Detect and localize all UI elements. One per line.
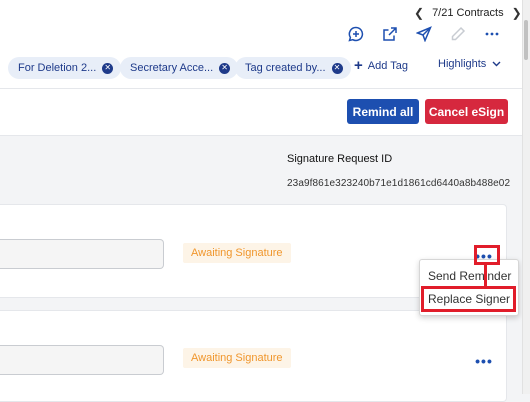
highlight-box	[474, 245, 500, 265]
signer-field[interactable]	[0, 345, 164, 375]
add-tag-label: Add Tag	[367, 59, 408, 72]
send-icon[interactable]	[414, 24, 434, 44]
action-toolbar	[346, 24, 502, 44]
signature-request-id-value: 23a9f861e323240b71e1d1861cd6440a8b488e02	[287, 178, 511, 189]
highlights-label: Highlights	[438, 58, 487, 70]
tag-label: For Deletion 2...	[18, 62, 97, 74]
external-link-icon[interactable]	[380, 24, 400, 44]
remove-tag-icon[interactable]: ✕	[331, 62, 343, 74]
cancel-esign-button[interactable]: Cancel eSign	[425, 99, 508, 124]
plus-icon: +	[354, 57, 363, 74]
esign-action-bar: Remind all Cancel eSign	[0, 89, 522, 136]
tag-chip[interactable]: For Deletion 2... ✕	[8, 57, 122, 79]
highlight-connector	[484, 262, 487, 289]
status-badge: Awaiting Signature	[183, 348, 291, 368]
chevron-right-icon[interactable]: ❯	[512, 6, 522, 20]
add-tag-button[interactable]: + Add Tag	[354, 58, 408, 73]
highlight-box	[421, 286, 516, 312]
pager-label: 7/21 Contracts	[432, 7, 504, 19]
signer-field[interactable]	[0, 239, 164, 269]
signer-card: Awaiting Signature •••	[0, 310, 507, 402]
signature-request-id-label: Signature Request ID	[287, 153, 393, 165]
more-icon[interactable]	[482, 24, 502, 44]
tag-chip[interactable]: Tag created by... ✕	[235, 57, 351, 79]
chat-plus-icon[interactable]	[346, 24, 366, 44]
chevron-left-icon[interactable]: ❮	[414, 6, 424, 20]
pencil-icon	[448, 24, 468, 44]
remove-tag-icon[interactable]: ✕	[219, 62, 231, 74]
contract-pager: ❮ 7/21 Contracts ❯	[414, 6, 522, 20]
remove-tag-icon[interactable]: ✕	[102, 62, 114, 74]
tag-chip[interactable]: Secretary Acce... ✕	[120, 57, 239, 79]
menu-item-send-reminder[interactable]: Send Reminder	[428, 269, 511, 283]
tag-label: Tag created by...	[245, 62, 326, 74]
scrollbar-thumb[interactable]	[524, 20, 528, 60]
signer-more-button[interactable]: •••	[474, 353, 494, 369]
chevron-down-icon	[492, 61, 501, 67]
status-badge: Awaiting Signature	[183, 243, 291, 263]
tag-label: Secretary Acce...	[130, 62, 214, 74]
remind-all-button[interactable]: Remind all	[347, 99, 419, 124]
highlights-dropdown[interactable]: Highlights	[438, 58, 501, 70]
